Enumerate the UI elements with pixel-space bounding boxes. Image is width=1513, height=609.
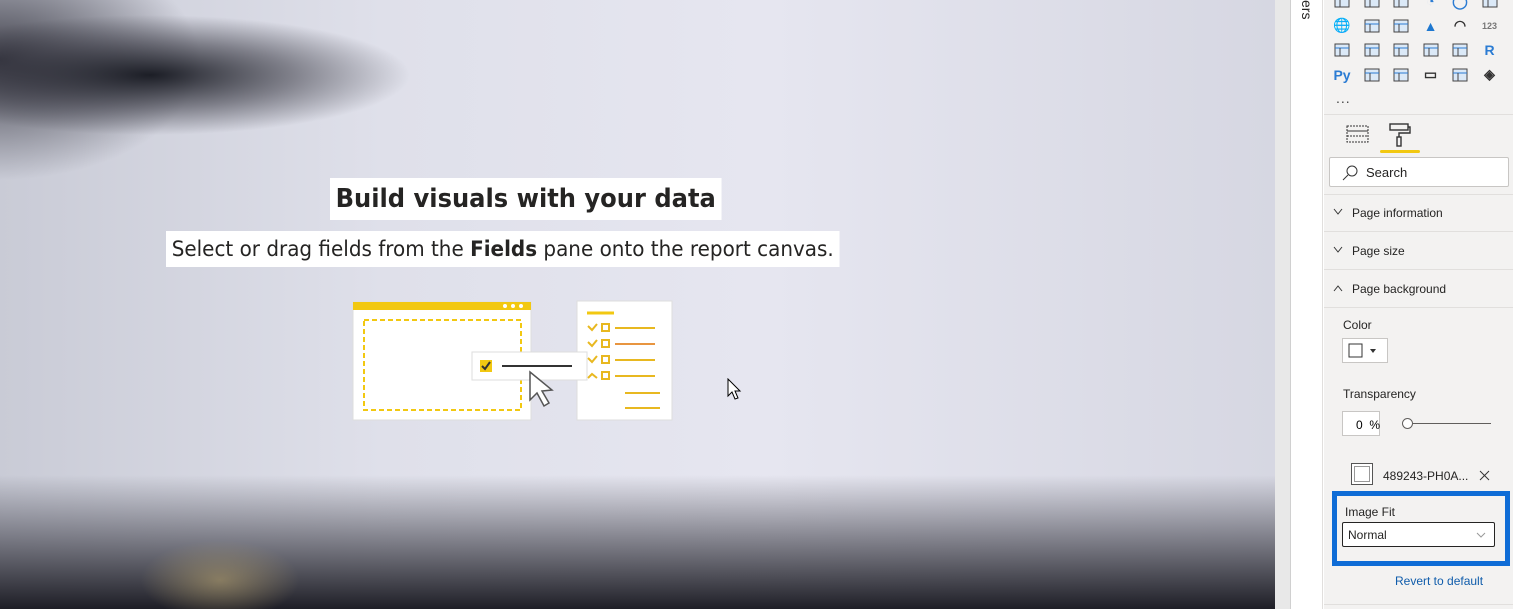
divider: [1324, 604, 1513, 605]
qa-icon[interactable]: ▭: [1421, 66, 1441, 84]
subtitle-fields: Fields: [470, 237, 538, 261]
image-fit-label: Image Fit: [1345, 505, 1396, 519]
format-tab-icon[interactable]: [1388, 122, 1412, 148]
color-swatch-dropdown-icon: [1348, 343, 1376, 358]
donut-icon[interactable]: ◯: [1450, 0, 1470, 10]
more-visuals-button[interactable]: ...: [1336, 90, 1351, 106]
canvas-subtitle: Select or drag fields from the Fields pa…: [166, 231, 840, 267]
funnel-icon[interactable]: [1362, 0, 1382, 10]
transparency-label: Transparency: [1343, 387, 1416, 401]
transparency-value: 0: [1356, 418, 1363, 432]
canvas-title: Build visuals with your data: [330, 178, 722, 220]
visualizations-pane: ◔ ◯ 🌐 ▲ ◠ 123 R Py ▭ ◈ ... Search Page informatio…: [1324, 0, 1513, 609]
image-fit-highlight: Image Fit Normal: [1332, 491, 1510, 566]
section-label: Page background: [1352, 282, 1447, 296]
azure-map-icon[interactable]: ▲: [1421, 17, 1441, 35]
subtitle-text-end: pane onto the report canvas.: [537, 237, 834, 261]
section-label: Page size: [1352, 244, 1405, 258]
color-label: Color: [1343, 318, 1372, 332]
slicer-icon[interactable]: [1391, 41, 1411, 59]
chevron-down-icon: [1333, 246, 1343, 253]
image-file-name: 489243-PH0A...: [1383, 469, 1469, 483]
format-search-input[interactable]: Search: [1329, 157, 1509, 187]
chevron-up-icon: [1333, 285, 1343, 292]
section-page-information[interactable]: Page information: [1324, 194, 1513, 232]
color-picker-button[interactable]: [1342, 338, 1388, 363]
card-icon[interactable]: 123: [1480, 17, 1500, 35]
python-visual-icon[interactable]: Py: [1332, 66, 1352, 84]
remove-image-icon[interactable]: [1479, 470, 1490, 481]
transparency-unit: %: [1369, 418, 1381, 432]
section-page-size[interactable]: Page size: [1324, 232, 1513, 270]
transparency-slider-handle[interactable]: [1402, 418, 1413, 429]
transparency-input[interactable]: 0 %: [1342, 411, 1380, 436]
section-page-background[interactable]: Page background: [1324, 270, 1513, 308]
canvas-scroll-gutter: [1275, 0, 1290, 609]
scatter-icon[interactable]: [1391, 0, 1411, 10]
matrix-table-icon[interactable]: [1450, 41, 1470, 59]
image-fit-dropdown[interactable]: Normal: [1342, 522, 1495, 547]
subtitle-text: Select or drag fields from the: [171, 237, 471, 261]
image-thumbnail-icon: [1351, 463, 1373, 485]
fields-tab-icon[interactable]: [1346, 124, 1370, 146]
chevron-down-icon: [1476, 532, 1486, 538]
treemap-icon[interactable]: [1480, 0, 1500, 10]
background-blur: [140, 540, 300, 609]
search-placeholder: Search: [1366, 165, 1408, 180]
image-fit-value: Normal: [1348, 528, 1387, 542]
kpi-icon[interactable]: [1362, 41, 1382, 59]
mouse-cursor-icon: [727, 378, 742, 400]
map-icon[interactable]: 🌐: [1332, 17, 1352, 35]
revert-to-default-link[interactable]: Revert to default: [1395, 574, 1483, 588]
key-influencers-icon[interactable]: [1362, 66, 1382, 84]
filters-pane-collapsed[interactable]: ers: [1290, 0, 1323, 609]
filled-map-icon[interactable]: [1362, 17, 1382, 35]
shape-map-icon[interactable]: [1391, 17, 1411, 35]
divider: [1324, 114, 1513, 115]
power-apps-icon[interactable]: ◈: [1480, 66, 1500, 84]
filters-label: ers: [1299, 0, 1315, 20]
table-icon[interactable]: [1421, 41, 1441, 59]
pie-icon[interactable]: ◔: [1421, 0, 1441, 10]
build-visuals-illustration: [352, 300, 673, 421]
chevron-down-icon: [1333, 208, 1343, 215]
decomposition-tree-icon[interactable]: [1391, 66, 1411, 84]
multi-row-card-icon[interactable]: [1332, 41, 1352, 59]
gauge-icon[interactable]: ◠: [1450, 17, 1470, 35]
search-icon: [1342, 165, 1358, 181]
smart-narrative-icon[interactable]: [1450, 66, 1470, 84]
visual-icon-grid: ◔ ◯ 🌐 ▲ ◠ 123 R Py ▭ ◈: [1332, 0, 1509, 90]
r-visual-icon[interactable]: R: [1480, 41, 1500, 59]
report-canvas[interactable]: Build visuals with your data Select or d…: [0, 0, 1275, 609]
section-label: Page information: [1352, 206, 1443, 220]
active-tab-indicator: [1380, 150, 1420, 153]
matrix-icon[interactable]: [1332, 0, 1352, 10]
transparency-slider-track[interactable]: [1406, 423, 1491, 424]
